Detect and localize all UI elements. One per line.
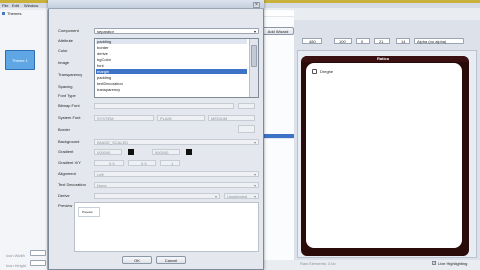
gradient-start-swatch[interactable] [128,149,134,155]
border-label: Border [58,127,71,132]
dropdown-option[interactable]: padding [96,75,247,80]
icon-height-input[interactable] [30,260,46,266]
derive-label: Derive [58,193,70,198]
attribute-label: Attribute [58,38,73,43]
system-font-label: System Font [58,115,81,120]
icon-width-input[interactable] [30,250,46,256]
image-label: Image [58,60,70,65]
color-label: Color [58,48,68,53]
gradient-y-spinner[interactable]: 0.5 [128,160,156,166]
dropdown-option-selected[interactable]: margin [96,69,247,74]
left-panel: Themes Theme 1 [0,10,48,270]
size-spinner[interactable]: 14 [396,38,410,44]
alignment-label: Alignment [58,171,76,176]
bitmap-font-combo[interactable] [94,103,234,109]
status-text: Raw Elements: 3 kb [300,261,336,266]
transparency-label: Transparency [58,72,83,77]
component-combo[interactable]: separator ▾ [94,28,259,34]
close-icon[interactable]: × [253,2,260,8]
preview-component: Preview [78,207,100,217]
height-spinner[interactable]: 100 [334,38,352,44]
system-font-face-combo[interactable]: SYSTEM [94,115,154,121]
alpha-combo[interactable]: Alpha (no alpha) [414,38,464,44]
attribute-dropdown-list[interactable]: padding border derive bgColor font margi… [94,38,259,98]
cancel-button[interactable]: Cancel [156,256,186,264]
gradient-end-swatch[interactable] [186,149,192,155]
derive-combo[interactable]: ▾ [94,193,220,199]
theme-1-button[interactable]: Theme 1 [5,50,35,70]
border-edit-button[interactable] [238,125,255,133]
phone-title: Ratico [377,56,390,61]
dialog-title-bar: × [48,0,264,9]
preview-label: Preview [58,203,73,208]
menu-window[interactable]: Window [24,4,38,8]
background-type-combo[interactable]: IMAGE_SCALED ▾ [94,139,259,145]
dropdown-option[interactable]: padding [96,39,247,44]
palette-icon [2,12,5,15]
bitmap-font-label: Bitmap Font [58,103,80,108]
gradient-label: Gradient [58,149,74,154]
dropdown-option[interactable]: textDecoration [96,81,247,86]
dropdown-option[interactable]: derive [96,51,247,56]
dropdown-option[interactable]: transparency [96,87,247,92]
icon-width-label: Icon Width [6,253,25,258]
text-decoration-combo[interactable]: None ▾ [94,182,259,188]
phone-content: Dreghe [306,63,462,248]
x-spinner[interactable]: 0 [356,38,370,44]
gradient-x-spinner[interactable]: 0.5 [94,160,124,166]
scrollbar-thumb[interactable] [251,45,257,67]
menu-file[interactable]: File [2,4,8,8]
icon-height-label: Icon Height [6,263,27,268]
chevron-down-icon: ▾ [253,172,256,177]
alignment-combo[interactable]: Left ▾ [94,171,259,177]
chevron-down-icon: ▾ [253,140,256,145]
derive-state-combo[interactable]: Unselected ▾ [224,193,259,199]
chevron-down-icon: ▾ [253,29,256,34]
themes-tab[interactable]: Themes [7,12,21,16]
phone-list-item[interactable]: Dreghe [320,70,333,74]
chevron-down-icon: ▾ [214,194,217,199]
y-spinner[interactable]: 21 [374,38,390,44]
add-wizard-button[interactable]: Add Wizard [262,27,294,35]
dropdown-option[interactable]: bgColor [96,57,247,62]
chevron-down-icon: ▾ [253,183,256,188]
menu-edit[interactable]: Edit [12,4,19,8]
component-label: Component [58,28,79,33]
spacing-label: Spacing [58,84,73,89]
text-decoration-label: Text Decoration [58,182,86,187]
dropdown-scrollbar[interactable] [249,39,258,97]
width-spinner[interactable]: 480 [302,38,322,44]
dropdown-option[interactable]: border [96,45,247,50]
dropdown-option[interactable]: font [96,63,247,68]
gradient-xy-label: Gradient X/Y [58,160,81,165]
bitmap-font-add-button[interactable] [238,103,255,109]
gradient-start-field[interactable]: 000000 [94,149,122,155]
phone-title-bar: Ratico [301,56,469,62]
background-label: Background [58,139,80,144]
checkmark-icon: ✓ [433,260,437,265]
chevron-down-icon: ▾ [253,194,256,199]
gradient-size-spinner[interactable]: 1 [160,160,180,166]
system-font-style-combo[interactable]: PLAIN [157,115,205,121]
item-icon [312,69,317,74]
live-highlighting-checkbox[interactable]: ✓ [432,261,436,265]
ok-button[interactable]: OK [122,256,152,264]
live-highlighting-label: Live Highlighting [438,261,468,266]
gradient-end-field[interactable]: 000000 [152,149,180,155]
preview-area: Preview [74,202,259,252]
font-type-label: Font Type [58,93,76,98]
system-font-size-combo[interactable]: MEDIUM [208,115,255,121]
